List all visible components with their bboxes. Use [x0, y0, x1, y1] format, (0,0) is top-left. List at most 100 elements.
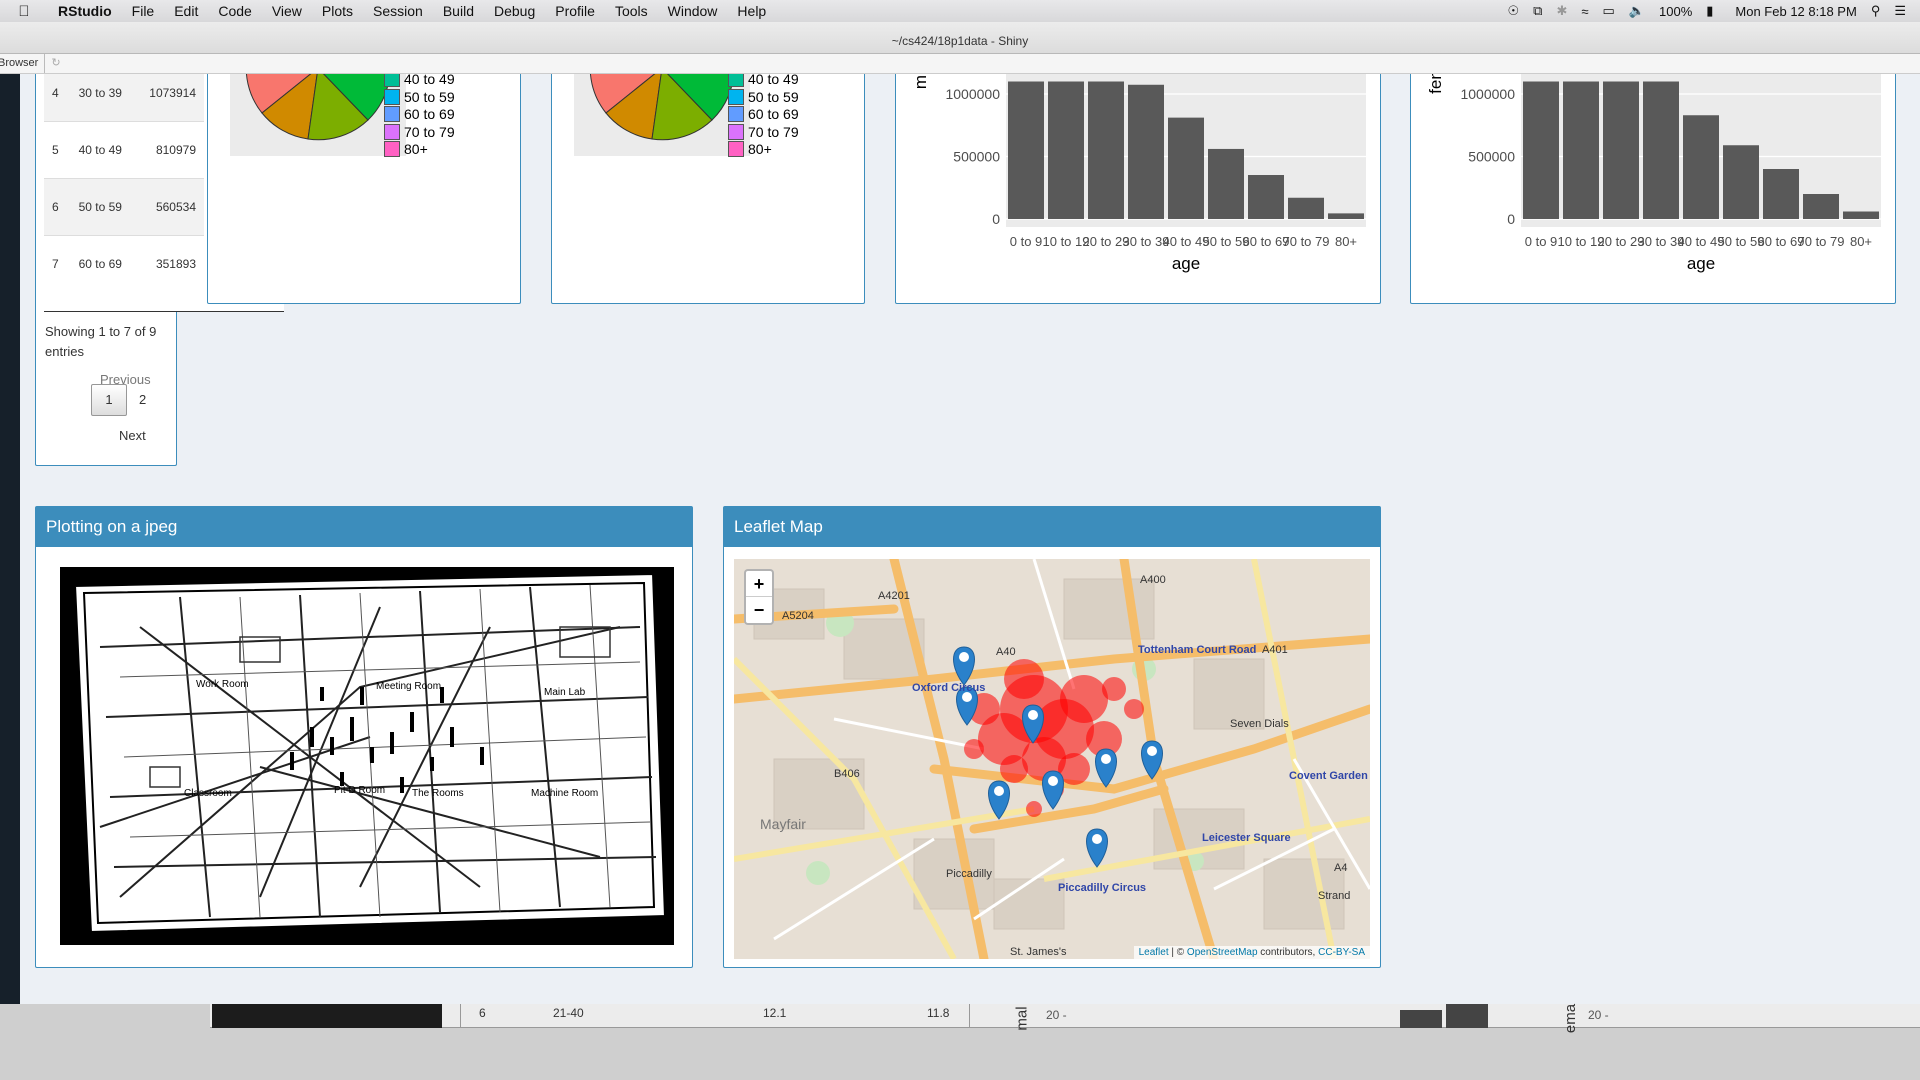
- spotlight-search-icon[interactable]: ⚲: [1871, 3, 1881, 19]
- legend-swatch: [728, 123, 744, 140]
- legend-label: 80+: [748, 141, 772, 158]
- bg-axis-label-2: ema: [1562, 1003, 1580, 1034]
- menu-debug[interactable]: Debug: [484, 3, 545, 19]
- menu-profile[interactable]: Profile: [545, 3, 605, 19]
- pagination-page-1[interactable]: 1: [91, 384, 127, 416]
- battery-icon[interactable]: ▮: [1706, 3, 1713, 19]
- place-piccadilly-circus: Piccadilly Circus: [1058, 882, 1146, 894]
- table-cell-value: 1073914: [130, 74, 204, 122]
- jpeg-plot-box: Plotting on a jpeg Work Room Meeting Roo…: [35, 506, 693, 968]
- bg-tick-2: 20 -: [1588, 1008, 1609, 1022]
- pie-chart-1: [230, 74, 406, 156]
- bg-tick-1: 20 -: [1046, 1008, 1067, 1022]
- legend-label: 40 to 49: [748, 74, 799, 88]
- menu-edit[interactable]: Edit: [164, 3, 208, 19]
- left-strip: [0, 74, 20, 1004]
- pagination-page-2[interactable]: 2: [139, 392, 146, 407]
- map-label-rooms: The Rooms: [412, 788, 464, 799]
- apple-icon[interactable]: : [0, 3, 48, 20]
- bar-60-to-69: [1763, 169, 1799, 219]
- menu-code[interactable]: Code: [208, 3, 261, 19]
- x-tick-label: 80+: [1850, 234, 1872, 249]
- screen-share-icon[interactable]: ⧉: [1533, 3, 1542, 19]
- bar-10-to-19: [1563, 81, 1599, 219]
- pie-chart-box-2: 30 to 3940 to 4950 to 5960 to 6970 to 79…: [551, 74, 865, 304]
- notification-center-icon[interactable]: ☰: [1894, 3, 1906, 19]
- menu-build[interactable]: Build: [433, 3, 484, 19]
- pie-chart-2: [574, 74, 750, 156]
- legend-item: 40 to 49: [728, 74, 799, 88]
- browser-button[interactable]: Browser: [0, 54, 46, 73]
- floorplan-map-image: Work Room Meeting Room Main Lab Classroo…: [71, 570, 669, 936]
- pagination-next[interactable]: Next: [119, 428, 146, 443]
- data-table: 4 30 to 39 1073914 5 40 to 49 810979 6 50 to 59…: [44, 74, 204, 293]
- legend-label: 80+: [404, 141, 428, 158]
- legend-label: 40 to 49: [404, 74, 455, 88]
- table-cell-age: 60 to 69: [70, 235, 131, 293]
- zoom-out-button[interactable]: −: [746, 597, 772, 623]
- table-row[interactable]: 7 60 to 69 351893: [44, 235, 204, 293]
- bar-chart-box-males: 0 500000 1000000 0 to 9 10 to 19 20 to 29 30 t…: [895, 74, 1381, 304]
- menu-tools[interactable]: Tools: [605, 3, 658, 19]
- pie-legend-1: 30 to 3940 to 4950 to 5960 to 6970 to 79…: [384, 74, 455, 158]
- menu-view[interactable]: View: [262, 3, 312, 19]
- zoom-in-button[interactable]: +: [746, 571, 772, 597]
- table-cell-index: 6: [44, 178, 71, 236]
- legend-label: 70 to 79: [404, 123, 455, 140]
- legend-label: 70 to 79: [748, 123, 799, 140]
- bar-30-to-39: [1128, 84, 1164, 220]
- map-label-machine-room: Machine Room: [531, 788, 598, 799]
- table-cell-index: 5: [44, 121, 71, 179]
- menu-file[interactable]: File: [122, 3, 165, 19]
- road-a40: A40: [996, 646, 1016, 658]
- battery-percent[interactable]: 100%: [1659, 4, 1692, 19]
- table-row[interactable]: 5 40 to 49 810979: [44, 121, 204, 179]
- table-cell-age: 30 to 39: [70, 74, 131, 122]
- wifi-icon[interactable]: ≈: [1581, 4, 1588, 19]
- pie-legend-2: 30 to 3940 to 4950 to 5960 to 6970 to 79…: [728, 74, 799, 158]
- road-b406: B406: [834, 768, 860, 780]
- bluetooth-icon[interactable]: ✱: [1556, 3, 1567, 19]
- bar-80+: [1843, 211, 1879, 219]
- bar-70-to-79: [1288, 197, 1324, 219]
- refresh-icon[interactable]: ↻: [45, 54, 66, 73]
- datetime[interactable]: Mon Feb 12 8:18 PM: [1735, 4, 1856, 19]
- y-tick-label: 500000: [1468, 149, 1515, 165]
- table-cell-value: 810979: [130, 121, 204, 179]
- legend-swatch: [728, 74, 744, 88]
- attribution-osm-link[interactable]: OpenStreetMap: [1187, 947, 1258, 958]
- viewer-toolbar: Browser ↻: [0, 54, 1920, 74]
- legend-label: 50 to 59: [404, 88, 455, 105]
- menu-window[interactable]: Window: [658, 3, 728, 19]
- place-leicester-square: Leicester Square: [1202, 832, 1291, 844]
- leaflet-map[interactable]: Oxford Circus Tottenham Court Road Coven…: [734, 559, 1370, 959]
- legend-item: 80+: [384, 141, 455, 159]
- bar-0-to-9: [1008, 81, 1044, 219]
- x-tick-label: 80+: [1335, 234, 1357, 249]
- leaflet-map-box: Leaflet Map Oxford Circus Tottenham Cour…: [723, 506, 1381, 968]
- attribution-sep: | ©: [1168, 947, 1187, 958]
- attribution-license-link[interactable]: CC-BY-SA: [1318, 947, 1365, 958]
- menu-help[interactable]: Help: [727, 3, 776, 19]
- leaflet-map-title: Leaflet Map: [724, 507, 1380, 547]
- airplay-icon[interactable]: ▭: [1603, 3, 1615, 19]
- desktop-background: 6 21-40 12.1 11.8 mal 20 - ema 20 -: [0, 1004, 1920, 1080]
- legend-swatch: [384, 106, 400, 123]
- menu-app-name[interactable]: RStudio: [48, 3, 122, 19]
- table-row[interactable]: 4 30 to 39 1073914: [44, 74, 204, 122]
- sync-icon[interactable]: ☉: [1508, 3, 1520, 19]
- table-cell-value: 560534: [130, 178, 204, 236]
- bar-chart-females: 050000010000000 to 9 10 to 1920 to 2930 t…: [1426, 74, 1881, 273]
- legend-label: 60 to 69: [404, 106, 455, 123]
- y-tick-label: 1000000: [945, 86, 1000, 102]
- table-row[interactable]: 6 50 to 59 560534: [44, 178, 204, 236]
- attribution-leaflet-link[interactable]: Leaflet: [1139, 947, 1169, 958]
- road-a5204: A5204: [782, 610, 814, 622]
- road-piccadilly: Piccadilly: [946, 868, 992, 880]
- legend-item: 60 to 69: [384, 106, 455, 124]
- bar-30-to-39: [1643, 81, 1679, 219]
- menu-plots[interactable]: Plots: [312, 3, 363, 19]
- bar-40-to-49: [1168, 117, 1204, 219]
- volume-icon[interactable]: 🔈: [1629, 3, 1645, 19]
- menu-session[interactable]: Session: [363, 3, 433, 19]
